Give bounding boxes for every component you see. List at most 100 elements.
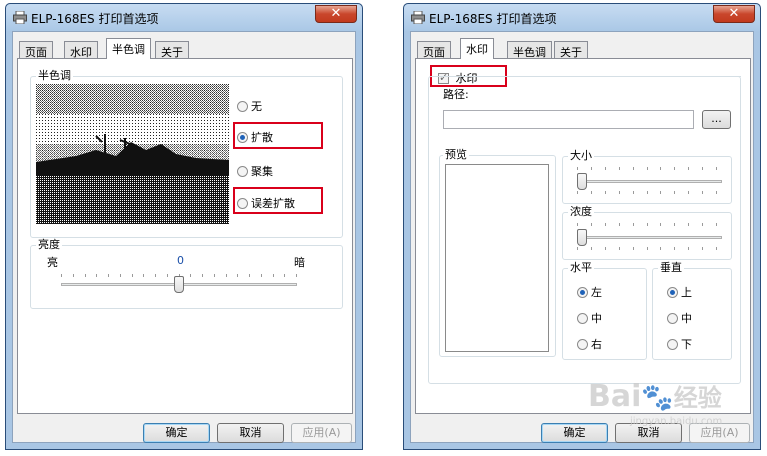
- slider-tick: [591, 223, 592, 226]
- slider-tick: [633, 223, 634, 226]
- tab-watermark[interactable]: 水印: [460, 38, 494, 59]
- left-title-bar[interactable]: ELP-168ES 打印首选项 ✕: [6, 4, 362, 31]
- halftone-option-cluster[interactable]: 聚集: [237, 163, 273, 179]
- brightness-value: 0: [177, 254, 184, 267]
- slider-tick: [633, 167, 634, 170]
- tab-about[interactable]: 关于: [554, 41, 588, 59]
- halftone-tab-panel: 半色调 无 扩散 聚集 误差扩散 亮度 亮 0 暗: [17, 58, 353, 414]
- radio-right[interactable]: [577, 338, 588, 350]
- size-slider-thumb[interactable]: [577, 173, 587, 190]
- slider-tick: [716, 247, 717, 250]
- slider-tick: [85, 274, 86, 277]
- browse-button[interactable]: ...: [702, 110, 731, 129]
- slider-tick: [120, 274, 121, 277]
- slider-tick: [132, 274, 133, 277]
- preview-group: 预览: [439, 149, 556, 357]
- preview-box: [445, 164, 549, 352]
- baidu-url-watermark: jingyan.baidu.com: [630, 416, 723, 427]
- slider-tick: [577, 223, 578, 226]
- tab-page[interactable]: 页面: [19, 41, 53, 59]
- slider-tick: [261, 274, 262, 277]
- close-icon: ✕: [330, 6, 342, 21]
- printer-icon: [411, 11, 425, 24]
- radio-bottom[interactable]: [667, 338, 678, 350]
- brightness-min-label: 亮: [47, 256, 58, 269]
- vertical-option-bottom[interactable]: 下: [667, 336, 692, 352]
- vertical-option-middle[interactable]: 中: [667, 310, 692, 326]
- brightness-group-label: 亮度: [36, 238, 62, 251]
- vertical-option-top[interactable]: 上: [667, 284, 692, 300]
- halftone-option-none[interactable]: 无: [237, 98, 262, 114]
- slider-tick: [647, 223, 648, 226]
- slider-tick: [647, 167, 648, 170]
- density-slider-thumb[interactable]: [577, 229, 587, 246]
- slider-tick: [273, 274, 274, 277]
- horizontal-option-center[interactable]: 中: [577, 310, 602, 326]
- tab-halftone[interactable]: 半色调: [507, 41, 552, 59]
- radio-cluster[interactable]: [237, 165, 248, 177]
- slider-tick: [716, 191, 717, 194]
- slider-tick: [619, 167, 620, 170]
- slider-tick: [296, 274, 297, 277]
- slider-tick: [226, 274, 227, 277]
- slider-tick: [647, 247, 648, 250]
- paw-icon: 🐾: [641, 383, 674, 413]
- size-ticks-bottom: [577, 191, 717, 195]
- halftone-group-label: 半色调: [36, 69, 73, 82]
- slider-tick: [688, 167, 689, 170]
- brightness-slider-thumb[interactable]: [174, 276, 184, 293]
- horizontal-option-left[interactable]: 左: [577, 284, 602, 300]
- slider-tick: [660, 223, 661, 226]
- path-label: 路径:: [443, 88, 469, 101]
- radio-top[interactable]: [667, 286, 678, 298]
- ok-button[interactable]: 确定: [143, 423, 210, 443]
- size-label: 大小: [568, 149, 594, 162]
- size-track[interactable]: [577, 180, 722, 183]
- watermark-tab-panel: 水印 路径: ... 预览 大小: [415, 58, 751, 414]
- slider-tick: [633, 191, 634, 194]
- apply-button[interactable]: 应用(A): [291, 423, 352, 443]
- radio-middle[interactable]: [667, 312, 678, 324]
- horizontal-option-right[interactable]: 右: [577, 336, 602, 352]
- slider-tick: [577, 247, 578, 250]
- highlight-error-diffusion: [233, 187, 323, 214]
- slider-tick: [605, 247, 606, 250]
- printer-icon: [13, 11, 27, 24]
- path-input[interactable]: [443, 110, 694, 129]
- radio-left[interactable]: [577, 286, 588, 298]
- right-title-bar[interactable]: ELP-168ES 打印首选项 ✕: [404, 4, 760, 31]
- tab-halftone[interactable]: 半色调: [106, 38, 151, 59]
- window-title: ELP-168ES 打印首选项: [429, 12, 557, 26]
- radio-none[interactable]: [237, 100, 248, 112]
- density-label: 浓度: [568, 205, 594, 218]
- slider-tick: [660, 167, 661, 170]
- slider-tick: [688, 223, 689, 226]
- cancel-button[interactable]: 取消: [217, 423, 284, 443]
- slider-tick: [674, 167, 675, 170]
- slider-tick: [202, 274, 203, 277]
- slider-tick: [190, 274, 191, 277]
- ok-button[interactable]: 确定: [541, 423, 608, 443]
- slider-tick: [619, 191, 620, 194]
- density-track[interactable]: [577, 236, 722, 239]
- slider-tick: [619, 247, 620, 250]
- density-ticks-bottom: [577, 247, 717, 251]
- slider-tick: [674, 191, 675, 194]
- tab-about[interactable]: 关于: [155, 41, 189, 59]
- slider-tick: [591, 191, 592, 194]
- halftone-preview-image: [36, 84, 229, 224]
- slider-tick: [702, 247, 703, 250]
- close-button[interactable]: ✕: [315, 5, 357, 23]
- slider-tick: [214, 274, 215, 277]
- preview-label: 预览: [443, 148, 469, 161]
- slider-tick: [155, 274, 156, 277]
- slider-tick: [605, 167, 606, 170]
- radio-center[interactable]: [577, 312, 588, 324]
- close-button[interactable]: ✕: [713, 5, 755, 23]
- brightness-max-label: 暗: [294, 256, 305, 269]
- tab-page[interactable]: 页面: [417, 41, 451, 59]
- tab-watermark[interactable]: 水印: [64, 41, 98, 59]
- window-title: ELP-168ES 打印首选项: [31, 12, 159, 26]
- size-ticks: [577, 167, 717, 171]
- slider-tick: [605, 191, 606, 194]
